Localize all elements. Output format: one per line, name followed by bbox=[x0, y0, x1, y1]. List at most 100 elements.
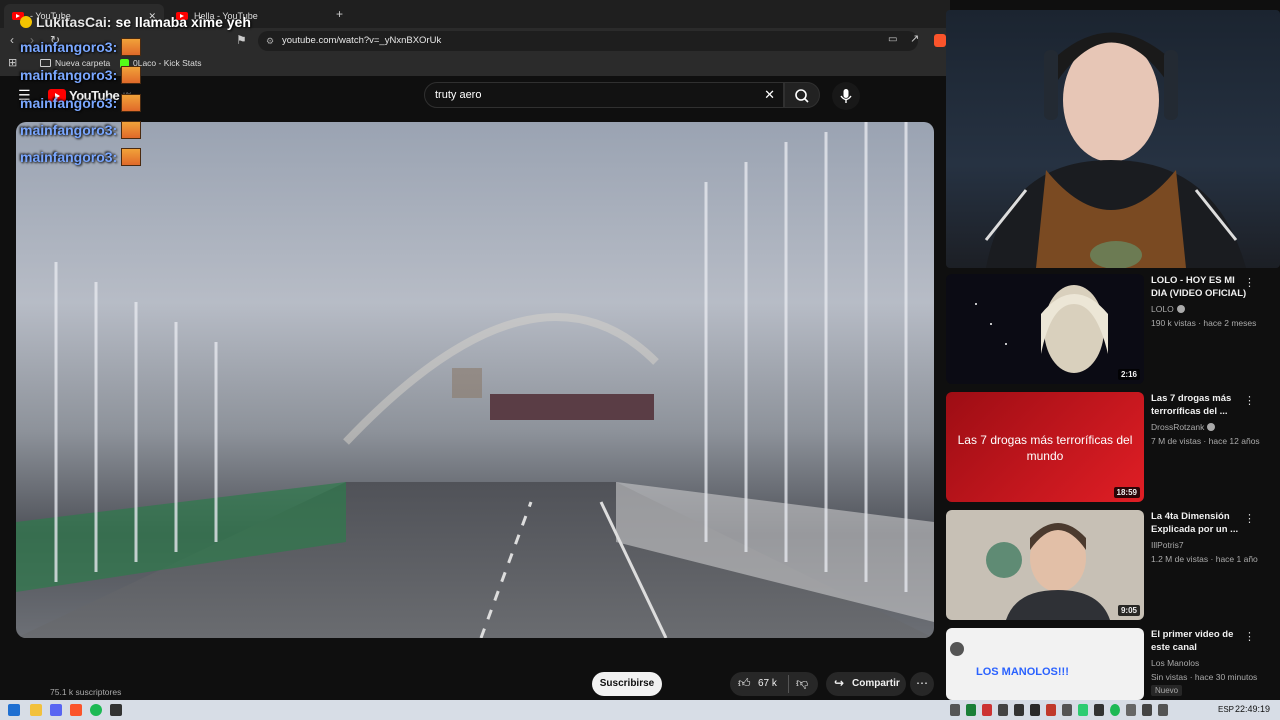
video-frame-bridge-scene bbox=[16, 122, 934, 638]
verified-icon bbox=[1176, 305, 1185, 313]
channel-row[interactable]: Los Manolos bbox=[1151, 658, 1199, 668]
thumbnail-text: Las 7 drogas más terroríficas del mundo bbox=[957, 433, 1133, 463]
tray-icon[interactable] bbox=[998, 704, 1008, 716]
tray-icon[interactable] bbox=[1014, 704, 1024, 716]
recommended-video[interactable]: 2:16 LOLO - HOY ES MI DIA (VIDEO OFICIAL… bbox=[946, 274, 1280, 384]
chat-line: mainfangoro3: bbox=[20, 66, 142, 84]
recommended-video[interactable]: Las 7 drogas más terroríficas del mundo … bbox=[946, 392, 1280, 502]
address-row: ‹ › ↻ ⚑ ⚙ youtube.com/watch?v=_yNxnBXOrU… bbox=[0, 28, 950, 54]
tray-icon[interactable] bbox=[1078, 704, 1088, 716]
brave-shield-icon[interactable] bbox=[934, 34, 946, 47]
more-options-icon[interactable]: ⋮ bbox=[1244, 394, 1255, 407]
video-meta: Sin vistas · hace 30 minutos bbox=[1151, 672, 1258, 682]
back-icon[interactable]: ‹ bbox=[10, 34, 14, 46]
site-info-icon[interactable]: ⚙ bbox=[266, 31, 274, 51]
video-title[interactable]: El primer video de este canal bbox=[1151, 628, 1251, 654]
clear-search-icon[interactable]: ✕ bbox=[764, 83, 775, 107]
tray-icon[interactable] bbox=[982, 704, 992, 716]
subscribe-button[interactable]: Suscribirse bbox=[592, 672, 662, 696]
discord-icon[interactable] bbox=[50, 704, 62, 716]
video-title[interactable]: Las 7 drogas más terroríficas del ... bbox=[1151, 392, 1251, 418]
emote-icon bbox=[121, 66, 142, 84]
video-title[interactable]: La 4ta Dimensión Explicada por un ... bbox=[1151, 510, 1251, 536]
chat-line: mainfangoro3: bbox=[20, 94, 142, 112]
tray-icon[interactable] bbox=[950, 704, 960, 716]
video-player[interactable] bbox=[16, 122, 934, 638]
video-thumbnail[interactable]: LOS MANOLOS!!! bbox=[946, 628, 1144, 700]
video-meta: 7 M de vistas · hace 12 años bbox=[1151, 436, 1260, 446]
video-duration: 18:59 bbox=[1113, 487, 1140, 498]
tray-icon[interactable] bbox=[1126, 704, 1136, 716]
avatar bbox=[950, 642, 964, 656]
chat-username: mainfangoro3: bbox=[20, 95, 118, 111]
video-title[interactable]: LOLO - HOY ES MI DIA (VIDEO OFICIAL) bbox=[1151, 274, 1251, 300]
system-clock[interactable]: 22:49:19 bbox=[1235, 704, 1270, 714]
video-duration: 9:05 bbox=[1117, 605, 1140, 616]
video-thumbnail[interactable]: 9:05 bbox=[946, 510, 1144, 620]
video-thumbnail[interactable]: 2:16 bbox=[946, 274, 1144, 384]
channel-name: Los Manolos bbox=[1151, 658, 1200, 668]
windows-start-icon[interactable] bbox=[8, 704, 20, 716]
video-duration: 2:16 bbox=[1117, 369, 1140, 380]
channel-row[interactable]: DrossRotzank bbox=[1151, 422, 1216, 432]
tray-icon[interactable] bbox=[1094, 704, 1104, 716]
cast-icon[interactable]: ▭ bbox=[888, 35, 897, 45]
more-options-icon[interactable]: ⋮ bbox=[1244, 276, 1255, 289]
tray-icon[interactable] bbox=[1142, 704, 1152, 716]
emote-icon bbox=[121, 38, 142, 56]
recommended-video[interactable]: 9:05 La 4ta Dimensión Explicada por un .… bbox=[946, 510, 1280, 620]
tray-icon[interactable] bbox=[1158, 704, 1168, 716]
subscriber-count: 75.1 k suscriptores bbox=[50, 687, 122, 697]
share-label: Compartir bbox=[852, 678, 900, 689]
bookmarks-bar: ⊞ Nueva carpeta 0Laco - Kick Stats bbox=[0, 54, 950, 76]
dislike-icon[interactable]: 👎︎ bbox=[796, 676, 808, 691]
more-options-icon[interactable]: ⋮ bbox=[1244, 630, 1255, 643]
tray-icon[interactable] bbox=[1030, 704, 1040, 716]
emote-icon bbox=[121, 148, 142, 166]
tray-icon[interactable] bbox=[966, 704, 976, 716]
share-icon: ↪ bbox=[834, 676, 845, 690]
url-text: youtube.com/watch?v=_yNxnBXOrUk bbox=[282, 35, 442, 46]
language-indicator[interactable]: ESP bbox=[1218, 705, 1234, 714]
tray-icon[interactable] bbox=[1046, 704, 1056, 716]
voice-search-button[interactable] bbox=[832, 82, 860, 110]
video-thumbnail[interactable]: Las 7 drogas más terroríficas del mundo … bbox=[946, 392, 1144, 502]
file-explorer-icon[interactable] bbox=[30, 704, 42, 716]
channel-row[interactable]: IllPotris7 bbox=[1151, 540, 1184, 550]
chat-username: mainfangoro3: bbox=[20, 39, 118, 55]
chat-line: mainfangoro3: bbox=[20, 148, 142, 166]
taskbar: ESP 22:49:19 bbox=[0, 700, 1280, 720]
address-bar[interactable]: ⚙ youtube.com/watch?v=_yNxnBXOrUk bbox=[258, 31, 918, 51]
channel-row[interactable]: LOLO bbox=[1151, 304, 1185, 314]
youtube-header: ☰ YouTube UY truty aero ✕ bbox=[0, 76, 950, 116]
spotify-icon[interactable] bbox=[90, 704, 102, 716]
chat-line: mainfangoro3: bbox=[20, 38, 142, 56]
channel-name: DrossRotzank bbox=[1151, 422, 1205, 432]
microphone-icon bbox=[840, 89, 852, 103]
chat-username: LukitasCai: bbox=[36, 14, 112, 30]
verified-icon bbox=[1207, 423, 1216, 431]
search-input[interactable]: truty aero ✕ bbox=[424, 82, 784, 108]
search-button[interactable] bbox=[784, 82, 820, 108]
streamer-webcam-image bbox=[984, 32, 1246, 268]
chat-username: mainfangoro3: bbox=[20, 149, 118, 165]
emote-icon bbox=[121, 121, 142, 139]
tray-icon[interactable] bbox=[1062, 704, 1072, 716]
share-button[interactable]: ↪ Compartir bbox=[826, 672, 906, 696]
brave-icon[interactable] bbox=[70, 704, 82, 716]
chat-badge-icon bbox=[20, 16, 32, 28]
channel-name: IllPotris7 bbox=[1151, 540, 1184, 550]
more-options-icon[interactable]: ⋮ bbox=[1244, 512, 1255, 525]
share-page-icon[interactable]: ↗ bbox=[910, 34, 919, 45]
bookmark-label: 0Laco - Kick Stats bbox=[133, 58, 202, 68]
tray-icon[interactable] bbox=[1110, 704, 1120, 716]
apps-grid-icon[interactable]: ⊞ bbox=[8, 58, 17, 69]
recommended-video[interactable]: LOS MANOLOS!!! El primer video de este c… bbox=[946, 628, 1280, 700]
thumbnail-image bbox=[975, 285, 1108, 373]
chat-message-top: LukitasCai: se llamaba xime yeh bbox=[20, 14, 251, 30]
obs-icon[interactable] bbox=[110, 704, 122, 716]
bookmark-icon[interactable]: ⚑ bbox=[236, 34, 247, 46]
new-tab-button[interactable]: + bbox=[336, 8, 343, 20]
more-actions-button[interactable]: ⋯ bbox=[910, 672, 934, 696]
like-icon[interactable]: 👍︎ bbox=[738, 676, 751, 691]
